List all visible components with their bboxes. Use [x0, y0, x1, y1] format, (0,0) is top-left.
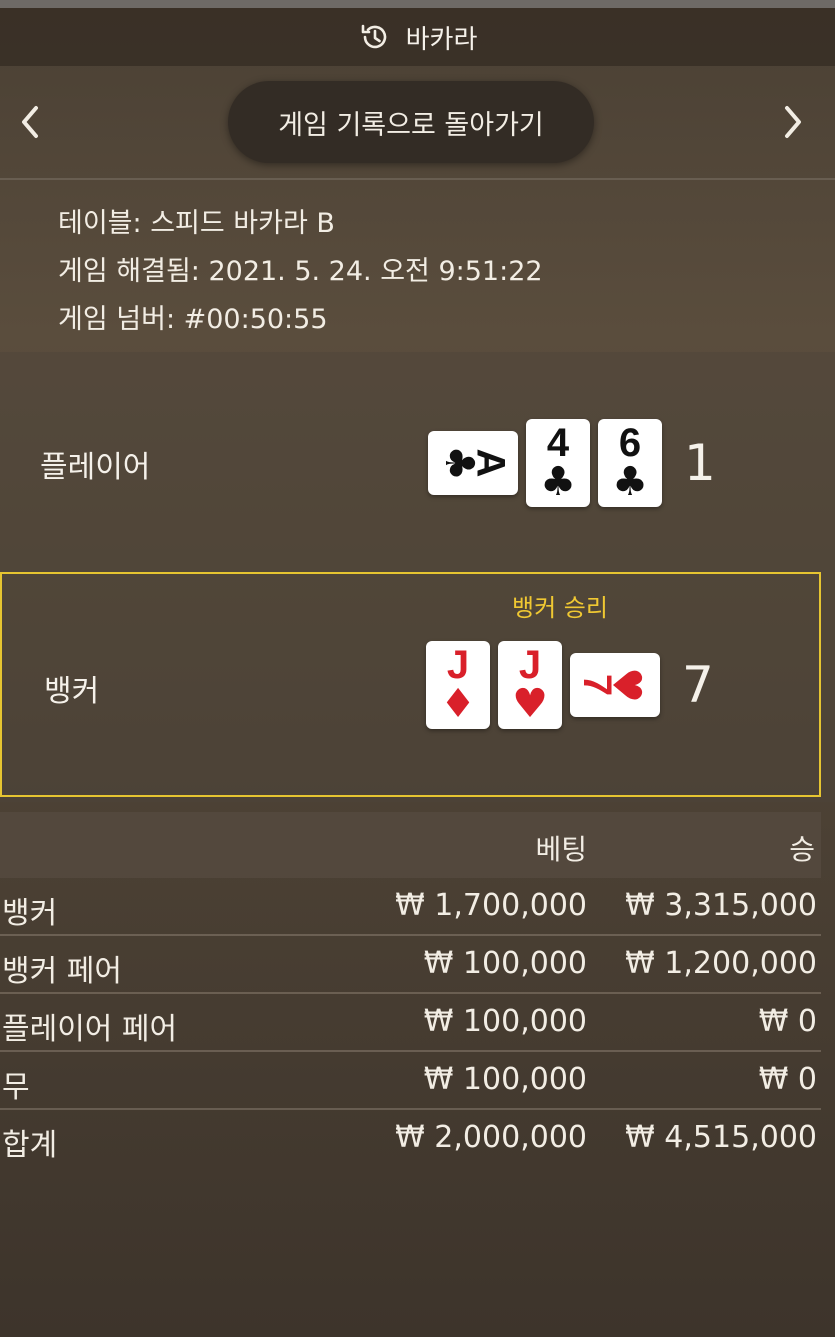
card-rank: J — [518, 643, 542, 687]
player-card-1: ♣ A — [428, 431, 518, 495]
bets-table: 베팅 승 뱅커 ₩ 1,700,000 ₩ 3,315,000 뱅커 페어 ₩ … — [0, 812, 821, 1168]
banker-hand-row: 뱅커 승리 뱅커 J ♦ J ♥ 7 ♥ 7 — [0, 572, 821, 797]
card-suit: ♦ — [440, 681, 476, 727]
bet-name: 플레이어 페어 — [2, 1012, 178, 1047]
player-label: 플레이어 — [40, 450, 151, 485]
banker-win-label: 뱅커 승리 — [512, 594, 608, 622]
win-amount: ₩ 1,200,000 — [625, 946, 817, 981]
history-icon[interactable] — [358, 20, 392, 54]
card-suit: ♥ — [603, 667, 650, 703]
table-name: 테이블: 스피드 바카라 B — [58, 208, 335, 239]
banker-card-1: J ♦ — [426, 641, 490, 729]
bet-name: 합계 — [2, 1128, 58, 1163]
bet-amount: ₩ 100,000 — [423, 1062, 587, 1097]
card-rank: A — [468, 448, 513, 478]
bet-name: 뱅커 페어 — [2, 954, 122, 989]
navigation-row: 게임 기록으로 돌아가기 — [0, 66, 835, 180]
bet-name: 뱅커 — [2, 896, 58, 931]
resolved-time: 게임 해결됨: 2021. 5. 24. 오전 9:51:22 — [58, 256, 543, 287]
card-suit: ♥ — [512, 681, 548, 727]
card-rank: 6 — [618, 421, 642, 465]
bet-column-header: 베팅 — [535, 833, 587, 866]
table-row: 뱅커 페어 ₩ 100,000 ₩ 1,200,000 — [0, 936, 821, 994]
player-card-2: 4 ♣ — [526, 419, 590, 507]
top-status-strip — [0, 0, 835, 8]
card-rank: J — [446, 643, 470, 687]
bet-amount: ₩ 100,000 — [423, 946, 587, 981]
bets-table-header: 베팅 승 — [0, 812, 821, 878]
chevron-right-icon[interactable] — [773, 102, 813, 142]
banker-card-2: J ♥ — [498, 641, 562, 729]
card-suit: ♣ — [540, 459, 576, 505]
win-column-header: 승 — [789, 833, 815, 866]
player-score: 1 — [684, 434, 716, 492]
player-card-3: 6 ♣ — [598, 419, 662, 507]
banker-score: 7 — [682, 656, 714, 714]
bet-amount: ₩ 2,000,000 — [395, 1120, 587, 1155]
total-row: 합계 ₩ 2,000,000 ₩ 4,515,000 — [0, 1110, 821, 1168]
banker-card-3: 7 ♥ — [570, 653, 660, 717]
win-amount: ₩ 0 — [758, 1004, 817, 1039]
hands-panel: 플레이어 ♣ A 4 ♣ 6 ♣ 1 뱅커 승리 뱅커 J ♦ J ♥ 7 ♥ … — [0, 352, 835, 802]
player-hand-row: 플레이어 ♣ A 4 ♣ 6 ♣ 1 — [0, 352, 835, 572]
table-row: 무 ₩ 100,000 ₩ 0 — [0, 1052, 821, 1110]
win-amount: ₩ 0 — [758, 1062, 817, 1097]
game-number: 게임 넘버: #00:50:55 — [58, 304, 328, 335]
header-bar: 바카라 — [0, 8, 835, 66]
card-rank: 4 — [546, 421, 570, 465]
bet-name: 무 — [2, 1070, 30, 1105]
chevron-left-icon[interactable] — [10, 102, 50, 142]
bet-amount: ₩ 1,700,000 — [395, 888, 587, 923]
game-info: 테이블: 스피드 바카라 B 게임 해결됨: 2021. 5. 24. 오전 9… — [58, 200, 543, 344]
table-row: 뱅커 ₩ 1,700,000 ₩ 3,315,000 — [0, 878, 821, 936]
bet-amount: ₩ 100,000 — [423, 1004, 587, 1039]
card-suit: ♣ — [612, 459, 648, 505]
page-title: 바카라 — [405, 24, 478, 55]
back-to-history-button[interactable]: 게임 기록으로 돌아가기 — [228, 81, 594, 163]
banker-label: 뱅커 — [44, 674, 100, 709]
win-amount: ₩ 3,315,000 — [625, 888, 817, 923]
banker-cards: J ♦ J ♥ 7 ♥ 7 — [426, 640, 714, 730]
table-row: 플레이어 페어 ₩ 100,000 ₩ 0 — [0, 994, 821, 1052]
win-amount: ₩ 4,515,000 — [625, 1120, 817, 1155]
player-cards: ♣ A 4 ♣ 6 ♣ 1 — [428, 418, 716, 508]
